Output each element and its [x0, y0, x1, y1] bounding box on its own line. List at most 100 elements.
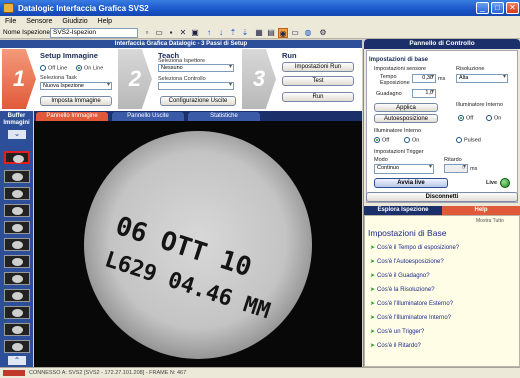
help-item[interactable]: Cos'è il Guadagno? [370, 272, 430, 279]
buffer-scroll-up-icon[interactable]: ⌃ [8, 356, 26, 365]
start-live-button[interactable]: Avvia live [374, 178, 448, 188]
exposure-input[interactable]: 0,30 [412, 74, 436, 83]
menu-bar: File Sensore Giudizio Help [0, 16, 520, 27]
delay-unit: ms [470, 166, 478, 172]
task-label: Seleziona Task [40, 75, 77, 81]
illuminator-off-radio[interactable]: Off [374, 137, 389, 143]
help-item[interactable]: Cos'è il Ritardo? [370, 342, 421, 349]
menu-help[interactable]: Help [93, 18, 117, 25]
inspection-name-label: Nome Ispezione: [3, 29, 52, 36]
buffer-thumbnail[interactable] [4, 340, 30, 353]
tab-image-panel[interactable]: Pannello Immagine [36, 112, 108, 121]
menu-file[interactable]: File [0, 18, 21, 25]
settings-icon[interactable]: ⚙ [318, 28, 328, 38]
buffer-thumbnail[interactable] [4, 170, 30, 183]
task-select[interactable]: Nuova Ispezione [40, 82, 112, 90]
inspector-select[interactable]: Nessuno [158, 64, 234, 72]
help-item[interactable]: Cos'è l'Autoesposizione? [370, 258, 444, 265]
set-image-button[interactable]: Imposta Immagine [40, 96, 112, 106]
live-indicator-icon [500, 178, 510, 188]
buffer-thumbnail[interactable] [4, 187, 30, 200]
arrow-down-icon[interactable]: ↓ [216, 28, 226, 38]
internal-light-off-radio[interactable]: Off [458, 115, 473, 121]
delay-label: Ritardo [444, 157, 462, 163]
control-select[interactable] [158, 82, 234, 90]
buffer-thumbnail[interactable] [4, 238, 30, 251]
offline-radio[interactable]: Off Line [40, 65, 67, 71]
maximize-button[interactable]: □ [491, 2, 504, 14]
monitor-icon[interactable]: ▭ [290, 28, 300, 38]
save-icon[interactable]: ▪ [166, 28, 176, 38]
auto-exposure-button[interactable]: Autoesposizione [374, 114, 438, 123]
open-folder-icon[interactable]: ▭ [154, 28, 164, 38]
show-all-link[interactable]: Mostra Tutto [476, 218, 504, 224]
delete-icon[interactable]: ✕ [178, 28, 188, 38]
step-3-title: Run [282, 51, 297, 60]
menu-sensor[interactable]: Sensore [21, 18, 57, 25]
run-button[interactable]: Run [282, 92, 354, 102]
new-file-icon[interactable]: ▫ [142, 28, 152, 38]
status-text: CONNESSO A: SVS2 [SVS2 - 172.27.101.208]… [29, 370, 187, 376]
test-button[interactable]: Test [282, 76, 354, 86]
tab-statistics[interactable]: Statistiche [188, 112, 260, 121]
exposure-label: Tempo Esposizione [380, 74, 410, 86]
tab-explore-inspection[interactable]: Esplora Ispezione [364, 206, 442, 215]
sensor-settings-label: Impostazioni sensore [374, 66, 426, 72]
live-label: Live [486, 180, 498, 186]
live-view-icon[interactable]: ◉ [278, 28, 288, 38]
status-indicator-icon [3, 369, 25, 376]
help-item[interactable]: Cos'è un Trigger? [370, 328, 424, 335]
buffer-thumbnail[interactable] [4, 151, 30, 164]
help-item[interactable]: Cos'è il Tempo di esposizione? [370, 244, 459, 251]
buffer-thumbnail[interactable] [4, 221, 30, 234]
resolution-select[interactable]: Alta [456, 74, 508, 83]
tab-outputs-panel[interactable]: Pannello Uscite [112, 112, 184, 121]
buffer-thumbnail[interactable] [4, 323, 30, 336]
arrow-up-icon[interactable]: ↑ [204, 28, 214, 38]
help-item[interactable]: Cos'è la Risoluzione? [370, 286, 435, 293]
buffer-thumbnail[interactable] [4, 306, 30, 319]
buffer-thumbnail[interactable] [4, 204, 30, 217]
status-bar: CONNESSO A: SVS2 [SVS2 - 172.27.101.208]… [0, 367, 520, 378]
close-button[interactable]: ✕ [506, 2, 519, 14]
buffer-thumbnail[interactable] [4, 272, 30, 285]
arrow-upload-icon[interactable]: ⇡ [228, 28, 238, 38]
captured-image: 06 OTT 10 L629 04.46 MM [34, 121, 362, 367]
buffer-title: Buffer Immagini [3, 113, 30, 126]
menu-judgement[interactable]: Giudizio [57, 18, 92, 25]
illuminator-pulsed-radio[interactable]: Pulsed [456, 137, 481, 143]
illuminator-label: Illuminatore Interno [374, 128, 422, 134]
configure-outputs-button[interactable]: Configurazione Uscite [160, 96, 236, 106]
exposure-unit: ms [438, 76, 446, 82]
help-item[interactable]: Cos'è l'Illuminatore Esterno? [370, 300, 453, 307]
run-settings-button[interactable]: Impostazioni Run [282, 62, 354, 72]
mode-select[interactable]: Continuo [374, 164, 434, 174]
app-icon [3, 3, 14, 13]
step-1-title: Setup Immagine [40, 51, 98, 60]
gain-label: Guadagno [376, 91, 402, 97]
layout-icon[interactable]: ▤ [266, 28, 276, 38]
globe-icon[interactable]: ◍ [303, 28, 313, 38]
apply-button[interactable]: Applica [374, 103, 438, 112]
internal-light-on-radio[interactable]: On [486, 115, 501, 121]
arrow-download-icon[interactable]: ⇣ [240, 28, 250, 38]
illuminator-on-radio[interactable]: On [404, 137, 419, 143]
image-icon[interactable]: ▣ [190, 28, 200, 38]
help-title: Impostazioni di Base [368, 228, 447, 238]
online-radio[interactable]: On Line [76, 65, 103, 71]
title-bar: Datalogic Interfaccia Grafica SVS2 [0, 0, 520, 16]
tab-help[interactable]: Help [442, 206, 520, 215]
window-title: Datalogic Interfaccia Grafica SVS2 [18, 3, 149, 13]
base-settings-title: Impostazioni di base [369, 57, 429, 63]
inspection-image[interactable]: 06 OTT 10 L629 04.46 MM [34, 121, 362, 367]
minimize-button[interactable]: _ [476, 2, 489, 14]
grid-icon[interactable]: ▦ [254, 28, 264, 38]
disconnect-button[interactable]: Disconnetti [366, 192, 518, 202]
help-item[interactable]: Cos'è l'Illuminatore Interno? [370, 314, 451, 321]
buffer-thumbnail[interactable] [4, 289, 30, 302]
buffer-thumbnail[interactable] [4, 255, 30, 268]
delay-input[interactable]: 0 [444, 164, 468, 173]
gain-input[interactable]: 1,0 [412, 89, 436, 98]
inspection-name-field[interactable]: SVS2-Ispezion [50, 28, 138, 38]
buffer-scroll-down-icon[interactable]: ⌄ [8, 130, 26, 139]
